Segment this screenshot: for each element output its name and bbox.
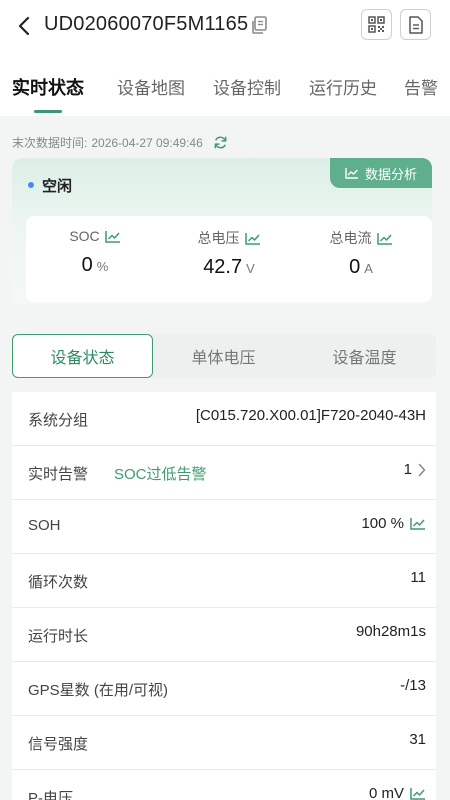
row-cycle-count: 循环次数 11 [12, 554, 436, 608]
data-analysis-button[interactable]: 数据分析 [330, 158, 432, 188]
sub-tab-bar: 设备状态 单体电压 设备温度 [12, 334, 436, 378]
row-value: 31 [409, 731, 426, 748]
subtab-device-temperature[interactable]: 设备温度 [294, 334, 435, 378]
metric-voltage-value-row: 42.7 V [164, 256, 294, 279]
row-p-voltage: P-电压 0 mV [12, 770, 436, 800]
tab-device-map[interactable]: 设备地图 [117, 74, 185, 99]
metric-total-current[interactable]: 总电流 0A [296, 228, 426, 279]
qr-code-icon [368, 16, 385, 33]
copy-icon[interactable] [252, 16, 268, 34]
row-value: 100 % [361, 515, 404, 532]
chart-icon [104, 230, 120, 243]
data-analysis-label: 数据分析 [364, 166, 417, 182]
row-label: 信号强度 [28, 736, 89, 753]
metric-soc-label: SOC [69, 228, 100, 244]
row-gps-satellites: GPS星数 (在用/可视) -/13 [12, 662, 436, 716]
status-dot [28, 182, 34, 188]
alarm-text: SOC过低告警 [114, 466, 207, 483]
device-state: 空闲 [42, 178, 73, 195]
last-data-time-label: 末次数据时间: [12, 136, 88, 150]
pvoltage-value-wrap: 0 mV [369, 785, 426, 800]
row-runtime: 运行时长 90h28m1s [12, 608, 436, 662]
tab-bar: 实时状态 设备地图 设备控制 运行历史 告警 [0, 54, 450, 116]
metric-current-value: 0 [349, 256, 361, 278]
device-status-list: 系统分组 [C015.720.X00.01]F720-2040-43H 实时告警… [12, 392, 436, 800]
chart-icon [244, 232, 260, 245]
tab-alarm[interactable]: 告警 [404, 74, 438, 99]
row-label: 循环次数 [28, 574, 89, 591]
subtab-device-status[interactable]: 设备状态 [12, 334, 153, 378]
document-icon [408, 15, 423, 34]
row-value: 90h28m1s [355, 623, 426, 640]
device-title: UD02060070F5M1165 [44, 13, 249, 35]
page: UD02060070F5M1165 实时状态 设备地图 设备控制 运行历史 告警… [0, 0, 450, 800]
back-button[interactable] [12, 13, 36, 39]
metric-current-label: 总电流 [329, 230, 372, 246]
status-card: 空闲 数据分析 SOC 0% 总电压 42.7 V 总电流 0 A [12, 158, 432, 304]
chart-icon [345, 168, 358, 179]
active-tab-indicator [34, 110, 62, 113]
last-data-time-value: 2026-04-27 09:49:46 [91, 135, 203, 150]
row-label: SOH [28, 517, 61, 534]
metric-total-voltage[interactable]: 总电压 42.7 V [164, 228, 294, 279]
row-value: 0 mV [368, 785, 404, 800]
row-value: [C015.720.X00.01]F720-2040-43H [195, 407, 426, 424]
alarm-count: 1 [403, 461, 412, 478]
tab-realtime-status[interactable]: 实时状态 [12, 74, 84, 100]
metric-soc-unit: % [96, 259, 109, 274]
metric-current-value-row: 0A [296, 256, 426, 279]
row-soh: SOH 100 % [12, 500, 436, 554]
row-signal-strength: 信号强度 31 [12, 716, 436, 770]
row-label: 系统分组 [28, 412, 89, 429]
chart-icon[interactable] [410, 517, 426, 530]
row-label: 实时告警 [28, 466, 89, 483]
metric-current-unit: A [364, 261, 373, 276]
metric-voltage-value: 42.7 [203, 256, 243, 278]
row-realtime-alarm[interactable]: 实时告警 SOC过低告警 1 [12, 446, 436, 500]
row-label: 运行时长 [28, 628, 89, 645]
metric-voltage-label-row: 总电压 [198, 228, 261, 248]
metric-soc-value-row: 0% [30, 254, 160, 277]
soh-value-wrap: 100 % [361, 515, 426, 532]
metric-voltage-unit: V [246, 261, 255, 276]
qr-code-button[interactable] [361, 9, 392, 40]
row-label: GPS星数 (在用/可视) [28, 682, 169, 699]
metric-soc-value: 0 [81, 254, 93, 276]
row-value: 11 [410, 569, 426, 586]
metrics-panel: SOC 0% 总电压 42.7 V 总电流 0 A [26, 216, 432, 302]
metric-voltage-label: 总电压 [197, 230, 240, 246]
refresh-icon[interactable] [213, 135, 228, 150]
tab-run-history[interactable]: 运行历史 [309, 74, 377, 99]
chevron-right-icon [418, 463, 426, 476]
document-button[interactable] [400, 9, 431, 40]
tab-device-control[interactable]: 设备控制 [213, 74, 281, 99]
metric-current-label-row: 总电流 [330, 228, 393, 248]
alarm-count-wrap: 1 [404, 461, 426, 478]
chart-icon[interactable] [410, 787, 426, 800]
subtab-cell-voltage[interactable]: 单体电压 [153, 334, 294, 378]
back-icon [18, 16, 30, 36]
last-data-time: 末次数据时间: 2026-04-27 09:49:46 [12, 134, 228, 151]
metric-soc-label-row: SOC [69, 228, 120, 244]
row-system-group: 系统分组 [C015.720.X00.01]F720-2040-43H [12, 392, 436, 446]
row-value: -/13 [400, 677, 426, 694]
row-label: P-电压 [28, 790, 74, 800]
chart-icon [376, 232, 392, 245]
header: UD02060070F5M1165 [0, 0, 450, 54]
metric-soc[interactable]: SOC 0% [30, 228, 160, 277]
